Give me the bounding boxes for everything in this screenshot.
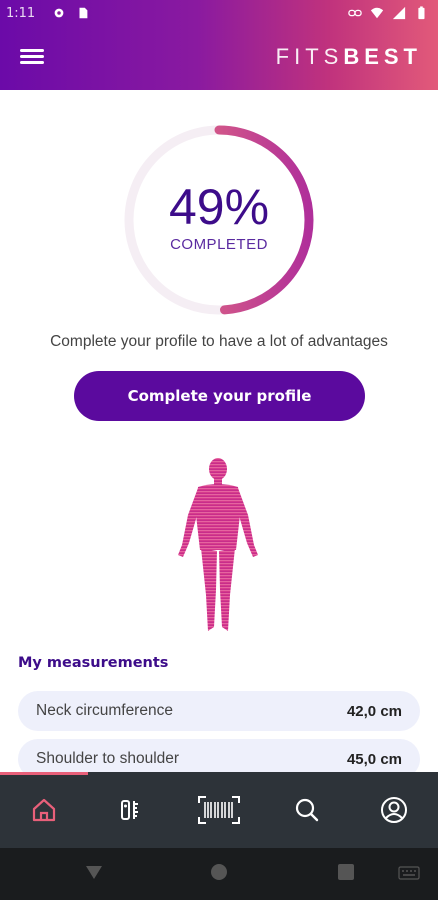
nav-active-indicator [0,772,88,775]
keyboard-icon[interactable] [398,866,420,880]
completion-label: COMPLETED [170,236,268,253]
body-scan-figure [178,458,258,631]
complete-profile-button[interactable]: Complete your profile [74,371,365,421]
brand-bold-text: BEST [343,44,422,69]
measure-icon [121,800,139,820]
measurement-name: Neck circumference [36,702,173,719]
nav-scan[interactable] [194,785,244,835]
system-navigation-bar [0,848,438,900]
barcode-scan-icon [197,796,240,824]
nav-search[interactable] [282,785,332,835]
brand-logo: FITSBEST [276,44,422,70]
sim-icon [79,7,88,19]
measurement-value: 42,0 cm [346,702,402,720]
recents-icon[interactable] [336,862,356,882]
signal-icon [392,6,406,20]
wifi-icon [370,7,384,19]
app-top-bar: 1:11 FITSBEST [0,0,438,90]
nav-measure[interactable] [106,785,156,835]
app-header: FITSBEST [0,28,438,90]
settings-icon [54,8,64,18]
measurement-row[interactable]: Neck circumference 42,0 cm [18,691,420,731]
bottom-navigation [0,772,438,848]
hamburger-menu-icon[interactable] [18,46,46,70]
link-icon [348,9,362,17]
profile-completion-ring: 49% COMPLETED [119,120,319,320]
home-icon [32,798,55,822]
nav-profile[interactable] [369,785,419,835]
home-circle-icon[interactable] [209,862,229,882]
measurement-name: Shoulder to shoulder [36,750,180,767]
status-bar: 1:11 [0,0,438,28]
search-icon [295,798,318,822]
nav-home[interactable] [19,785,69,835]
measurements-title: My measurements [18,655,169,671]
measurement-value: 45,0 cm [346,750,402,768]
profile-icon [381,797,408,823]
completion-percent: 49% [168,179,270,235]
status-time: 1:11 [6,6,36,21]
battery-icon [418,6,425,20]
brand-light-text: FITS [275,44,344,69]
back-icon[interactable] [84,862,104,882]
profile-prompt-text: Complete your profile to have a lot of a… [50,333,388,350]
